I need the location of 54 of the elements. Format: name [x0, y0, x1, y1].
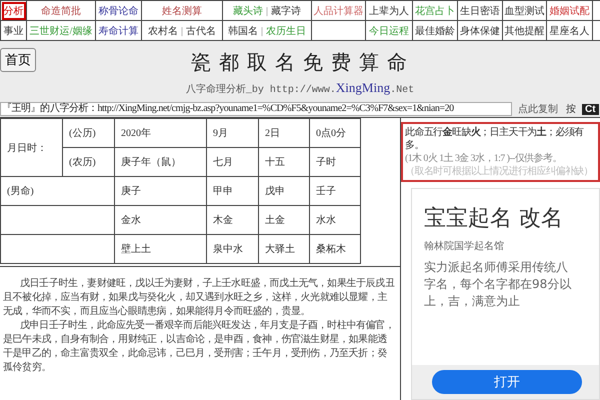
calendar-label: (公历) [69, 128, 96, 139]
table-cell: 十五 [265, 157, 285, 168]
analysis-text: 无成，华而不实，而且应当心眼睛患病，如果能得月令而旺盛的，贵显。 [2, 305, 310, 319]
open-button[interactable]: 打开 [432, 370, 582, 394]
table-cell: 土金 [265, 215, 285, 226]
table-cell: 桑柘木 [316, 244, 346, 255]
nav-link[interactable]: 韩国名 [228, 26, 258, 36]
link-separator: | [260, 26, 263, 36]
note-text: （取名时可根据以上情况进行相应纠偏补缺） [405, 165, 594, 178]
nav-link[interactable]: 农村名 [148, 26, 178, 36]
analysis-text: 是巳午未戌，自身有制合，用财纯正，以吉命论，是申酉，食神，伤官滋生财星，如果能透 [2, 333, 388, 347]
table-cell: 甲申 [213, 186, 233, 197]
summary-text: 多。 [405, 139, 425, 152]
analysis-text: 孤伶贫穷。 [2, 361, 52, 375]
table-cell: 泉中水 [213, 244, 243, 255]
counts-text: (1木 0火 1土 3金 3水，1:7 )--仅供参考。 [405, 152, 563, 165]
home-button[interactable]: 首页 [0, 48, 36, 72]
analysis-text: 干是甲乙的，命主富贵双全，此命忌讳，己巳月，受刑害；壬午月，受刑伤，乃至夭折；癸 [2, 347, 388, 361]
table-cell: 水水 [316, 215, 336, 226]
table-cell: 0点0分 [316, 128, 346, 139]
table-cell: 金水 [121, 215, 141, 226]
nav-link[interactable]: 古代名 [186, 26, 216, 36]
ad-source: 翰林院国学起名馆 [423, 240, 505, 253]
nav-link[interactable]: 藏头诗 [232, 6, 263, 16]
copy-link[interactable]: 点此复制 [518, 102, 558, 116]
ad-title: 宝宝起名 改名 [423, 205, 564, 233]
table-cell: 七月 [213, 157, 233, 168]
analysis-text: 戊日壬子时生，妻财健旺，戊以壬为妻财，子上壬水旺盛，而戊土无气，如果生于辰戌丑 [19, 277, 394, 291]
calendar-label: (农历) [69, 157, 96, 168]
share-url-field[interactable]: 『王明』的八字分析：http://XingMing.net/cmjg-bz.asp?youname1=%CD%F5&youname2=%C3%F7&sex=1&nian=20 [0, 102, 512, 116]
analysis-text: 戊申日壬子时生，此命应先受一番艰辛而后能兴旺发达，年月支是子酉，时柱中有偏官， [19, 319, 394, 333]
table-cell: 木金 [213, 215, 233, 226]
table-label: (男命) [7, 186, 34, 197]
table-cell: 子时 [316, 157, 336, 168]
table-cell: 2020年 [121, 128, 151, 139]
link-separator: | [180, 26, 183, 36]
ad-text: 实力派起名师傅采用传统八字名，每个名字都在98分以上，吉，满意为止 [423, 259, 572, 310]
summary-text: 此命五行金旺缺火；日主天干为土；必须有 [405, 126, 585, 139]
nav-link[interactable]: 农历生日 [266, 26, 306, 36]
table-cell: 大驿土 [265, 244, 295, 255]
analysis-text: 且不被化掉，应当有财，如果戊与癸化火，却又遇到水旺之乡，这样，火光就难以显耀，主 [2, 291, 388, 305]
table-cell: 9月 [213, 128, 228, 139]
table-cell: 壬子 [316, 186, 336, 197]
nav-link[interactable]: 藏字诗 [271, 6, 301, 16]
table-cell: 庚子年（鼠） [121, 157, 181, 168]
link-separator: | [266, 6, 268, 16]
site-title: 瓷都取名免费算命 [190, 51, 416, 76]
table-label: 月日时： [7, 142, 47, 154]
table-cell: 戊申 [265, 186, 285, 197]
key-badge: Ct [582, 104, 599, 114]
hint-text: 按 [566, 102, 576, 116]
table-cell: 2日 [265, 128, 280, 139]
table-cell: 庚子 [121, 186, 141, 197]
table-cell: 壁上土 [121, 244, 151, 255]
